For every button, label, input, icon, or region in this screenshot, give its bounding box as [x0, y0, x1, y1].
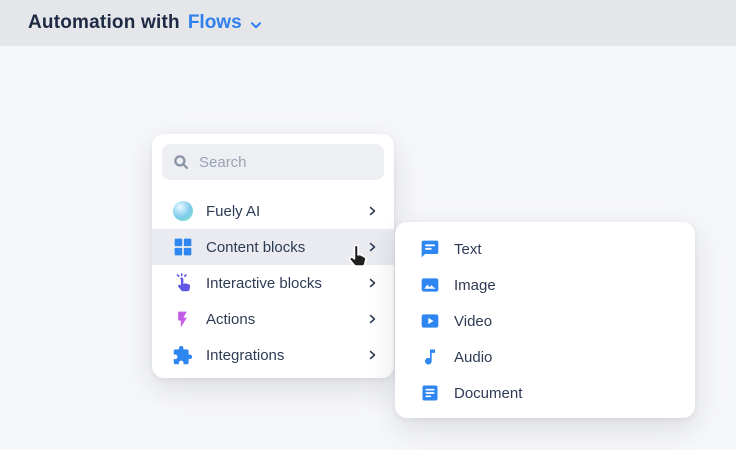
submenu-item-label: Document [454, 385, 675, 402]
submenu-item-label: Image [454, 277, 675, 294]
search-input[interactable] [199, 154, 374, 171]
header-bar: Automation with Flows [0, 0, 736, 46]
menu-item-integrations[interactable]: Integrations [152, 337, 394, 373]
bolt-icon [172, 309, 193, 330]
submenu-item-audio[interactable]: Audio [395, 339, 695, 375]
music-note-icon [419, 347, 440, 368]
search-icon [172, 153, 190, 171]
submenu-item-label: Video [454, 313, 675, 330]
cursor-pointer-icon [344, 243, 370, 273]
menu-item-label: Content blocks [206, 239, 353, 256]
submenu-item-image[interactable]: Image [395, 267, 695, 303]
menu-item-label: Interactive blocks [206, 275, 353, 292]
submenu-item-label: Audio [454, 349, 675, 366]
document-icon [419, 383, 440, 404]
video-play-icon [419, 311, 440, 332]
block-category-list: Fuely AI Content blocks Interactive bloc… [152, 193, 394, 373]
menu-item-label: Actions [206, 311, 353, 328]
chevron-down-icon [248, 17, 264, 33]
submenu-item-document[interactable]: Document [395, 375, 695, 411]
menu-item-label: Integrations [206, 347, 353, 364]
chat-icon [419, 239, 440, 260]
chevron-right-icon [366, 349, 378, 361]
tap-icon [172, 273, 193, 294]
chevron-right-icon [366, 277, 378, 289]
submenu-item-label: Text [454, 241, 675, 258]
fuely-ai-orb-icon [172, 201, 193, 222]
puzzle-icon [172, 345, 193, 366]
submenu-item-text[interactable]: Text [395, 231, 695, 267]
chevron-right-icon [366, 313, 378, 325]
grid-icon [172, 237, 193, 258]
chevron-right-icon [366, 205, 378, 217]
menu-item-label: Fuely AI [206, 203, 353, 220]
flows-dropdown-label: Flows [188, 12, 242, 34]
menu-item-fuely-ai[interactable]: Fuely AI [152, 193, 394, 229]
flows-dropdown[interactable]: Flows [188, 12, 264, 34]
submenu-item-video[interactable]: Video [395, 303, 695, 339]
search-box[interactable] [162, 144, 384, 180]
content-blocks-submenu: Text Image Video Audio Document [395, 222, 695, 418]
menu-item-actions[interactable]: Actions [152, 301, 394, 337]
page-title: Automation with [28, 12, 180, 34]
image-icon [419, 275, 440, 296]
